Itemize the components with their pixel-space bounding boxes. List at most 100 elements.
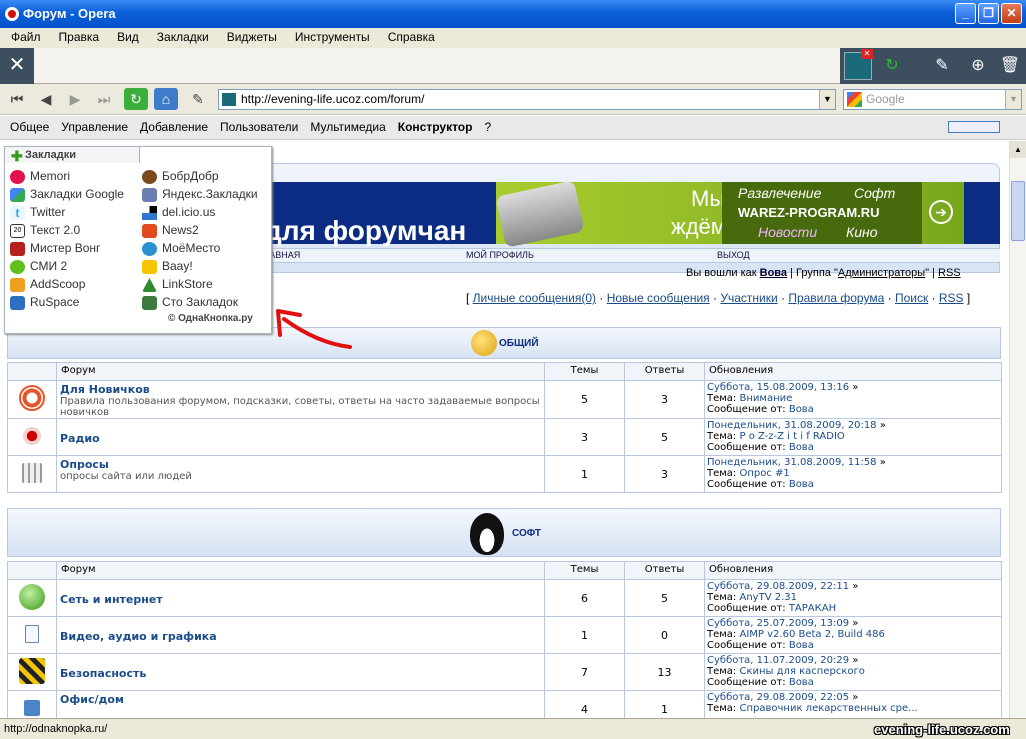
menu-edit[interactable]: Правка [50,28,109,48]
bookmark-text20[interactable]: 20 Текст 2.0 [10,223,80,239]
minimize-button[interactable]: _ [955,3,976,24]
goto-icon[interactable]: » [852,382,858,393]
bookmark-ruspace[interactable]: RuSpace [10,295,79,311]
author-link[interactable]: Вова [789,404,814,415]
bookmarks-popup-footer[interactable]: © ОднаКнопка.ру [168,313,253,324]
author-link[interactable]: Вова [789,677,814,688]
goto-icon[interactable]: » [852,581,858,592]
topic-link[interactable]: Скины для касперского [740,666,865,677]
scroll-up-icon[interactable]: ▲ [1010,141,1026,158]
bookmark-smi2[interactable]: СМИ 2 [10,259,67,275]
back-icon[interactable]: ◀ [34,88,58,110]
forum-name-link[interactable]: Радио [57,430,544,445]
forum-name-link[interactable]: Безопасность [57,665,544,680]
bookmark-sto[interactable]: Сто Закладок [142,295,238,311]
bookmark-yandex[interactable]: Яндекс.Закладки [142,187,258,203]
fast-forward-icon[interactable]: ⏭ [92,88,116,110]
window-title: Форум - Opera [23,6,116,21]
address-field[interactable]: http://evening-life.ucoz.com/forum/ ▼ [218,89,836,110]
topic-link[interactable]: AnyTV 2.31 [740,592,798,603]
ad-banner[interactable]: Мы ждём вас Развлечение Софт WAREZ-PROGR… [495,180,964,248]
user-rss-link[interactable]: RSS [938,267,961,279]
link-members[interactable]: Участники [720,291,777,305]
topic-link[interactable]: P o Z-z-Z i t i f RADIO [740,431,845,442]
panel-general[interactable]: Общее [4,116,55,139]
page-tab-icon[interactable]: ✕ [844,49,873,80]
link-search[interactable]: Поиск [895,291,928,305]
bookmark-label: LinkStore [162,277,213,291]
menu-file[interactable]: Файл [2,28,50,48]
bookmark-twitter[interactable]: t Twitter [10,205,65,221]
panel-multimedia[interactable]: Мультимедиа [304,116,391,139]
edit-icon[interactable]: ✎ [186,88,210,110]
wand-icon[interactable]: ✎ [928,52,956,80]
forum-name-link[interactable]: Для Новичков [57,381,544,396]
author-link[interactable]: Вова [789,442,814,453]
author-link[interactable]: Вова [789,479,814,490]
bookmark-delicious[interactable]: del.icio.us [142,205,215,221]
bookmark-news2[interactable]: News2 [142,223,199,239]
menu-tools[interactable]: Инструменты [286,28,379,48]
panel-users[interactable]: Пользователи [214,116,304,139]
panel-management[interactable]: Управление [55,116,134,139]
search-field[interactable]: Google ▼ [843,89,1022,110]
tools-icon[interactable]: ✕ [0,48,34,84]
bookmark-baay[interactable]: Baay! [142,259,193,275]
bookmark-linkstore[interactable]: LinkStore [142,277,213,293]
reload-icon[interactable]: ↻ [124,88,148,110]
forum-name-link[interactable]: Видео, аудио и графика [57,628,544,643]
scroll-thumb[interactable] [1011,181,1025,241]
menu-view[interactable]: Вид [108,28,148,48]
menu-widgets[interactable]: Виджеты [218,28,286,48]
bookmark-bobrdobr[interactable]: БобрДобр [142,169,219,185]
close-tab-icon[interactable]: ✕ [861,49,873,59]
group-link[interactable]: Администраторы [838,267,925,279]
forum-name-link[interactable]: Сеть и интернет [57,591,544,606]
author-link[interactable]: Вова [789,640,814,651]
bookmark-addscoop[interactable]: AddScoop [10,277,85,293]
vertical-scrollbar[interactable]: ▲ [1009,141,1026,718]
link-rules[interactable]: Правила форума [788,291,884,305]
forward-icon[interactable]: ▶ [63,88,87,110]
goto-icon[interactable]: » [852,618,858,629]
panel-constructor[interactable]: Конструктор [392,116,479,139]
link-rss[interactable]: RSS [939,291,964,305]
search-dropdown-icon[interactable]: ▼ [1005,90,1021,109]
bookmark-moemesto[interactable]: МоёМесто [142,241,220,257]
msg-from-label: Сообщение от: [707,603,786,614]
topic-link[interactable]: Опрос #1 [740,468,790,479]
nav-profile[interactable]: МОЙ ПРОФИЛЬ [466,250,534,260]
panel-add[interactable]: Добавление [134,116,214,139]
topic-link[interactable]: Справочник лекарственных сре... [740,703,918,714]
goto-icon[interactable]: » [852,692,858,703]
address-dropdown-icon[interactable]: ▼ [819,90,835,109]
topic-link[interactable]: AIMP v2.60 Beta 2, Build 486 [740,629,885,640]
home-icon[interactable]: ⌂ [154,88,178,110]
goto-icon[interactable]: » [852,655,858,666]
goto-icon[interactable]: » [880,420,886,431]
trash-icon[interactable]: 🗑 [996,52,1024,80]
reload-tab-icon[interactable]: ↻ [878,52,906,80]
bookmark-label: AddScoop [30,277,86,291]
menu-bookmarks[interactable]: Закладки [148,28,218,48]
bookmark-google[interactable]: Закладки Google [10,187,124,203]
col-forum: Форум [56,561,545,580]
panel-slider[interactable] [948,121,1000,133]
rewind-icon[interactable]: ⏮ [5,88,29,110]
restore-button[interactable]: ❐ [978,3,999,24]
author-link[interactable]: ТАРАКАН [789,603,836,614]
forum-name-link[interactable]: Опросы [57,456,544,471]
bookmark-memori[interactable]: Memori [10,169,70,185]
forum-name-link[interactable]: Офис/дом [57,691,544,706]
panel-help[interactable]: ? [478,116,497,139]
link-new-messages[interactable]: Новые сообщения [607,291,710,305]
menu-help[interactable]: Справка [379,28,444,48]
add-tab-icon[interactable]: ⊕ [964,52,992,80]
topic-link[interactable]: Внимание [740,393,793,404]
bookmark-mrwong[interactable]: Мистер Вонг [10,241,100,257]
nav-logout[interactable]: ВЫХОД [717,250,750,260]
close-button[interactable]: ✕ [1001,3,1022,24]
user-name-link[interactable]: Вова [760,267,787,279]
goto-icon[interactable]: » [880,457,886,468]
link-private-messages[interactable]: Личные сообщения(0) [473,291,596,305]
